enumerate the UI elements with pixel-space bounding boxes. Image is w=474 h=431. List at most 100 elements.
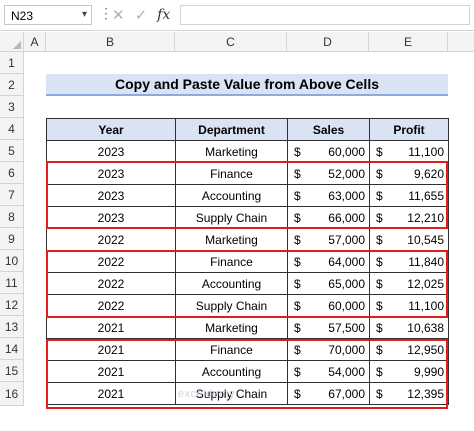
cell-profit[interactable]: $11,655 <box>369 184 449 207</box>
cell-year[interactable]: 2022 <box>46 250 176 273</box>
select-all-corner[interactable] <box>0 32 24 52</box>
column-header-b[interactable]: B <box>46 32 175 52</box>
row-header-9[interactable]: 9 <box>0 228 24 250</box>
cell-year[interactable]: 2023 <box>46 184 176 207</box>
sales-value: 67,000 <box>328 386 365 401</box>
cell-sales[interactable]: $57,500 <box>287 316 370 339</box>
more-options-icon[interactable]: ⋮ <box>99 5 113 21</box>
sheet-title[interactable]: Copy and Paste Value from Above Cells <box>46 74 448 96</box>
cell-year[interactable]: 2023 <box>46 162 176 185</box>
row-header-2[interactable]: 2 <box>0 74 24 96</box>
cell-profit[interactable]: $11,840 <box>369 250 449 273</box>
name-box[interactable]: N23 ▾ <box>4 5 92 25</box>
cell-department[interactable]: Marketing <box>175 316 288 339</box>
row-header-11[interactable]: 11 <box>0 272 24 294</box>
currency-symbol: $ <box>294 144 301 159</box>
row-header-1[interactable]: 1 <box>0 52 24 74</box>
table-row: 2021 Finance $70,000 $12,950 <box>46 338 449 361</box>
watermark-logo: exceldemy <box>178 388 236 400</box>
row-header-8[interactable]: 8 <box>0 206 24 228</box>
cell-year[interactable]: 2021 <box>46 338 176 361</box>
cell-department[interactable]: Finance <box>175 162 288 185</box>
profit-value: 10,638 <box>407 320 444 335</box>
cell-year[interactable]: 2022 <box>46 294 176 317</box>
row-header-6[interactable]: 6 <box>0 162 24 184</box>
cell-department[interactable]: Finance <box>175 250 288 273</box>
cell-year[interactable]: 2023 <box>46 140 176 163</box>
column-header-f[interactable] <box>448 32 474 52</box>
cell-sales[interactable]: $60,000 <box>287 140 370 163</box>
currency-symbol: $ <box>294 298 301 313</box>
cell-year[interactable]: 2021 <box>46 360 176 383</box>
enter-icon[interactable]: ✓ <box>135 6 148 24</box>
table-row: 2021 Marketing $57,500 $10,638 <box>46 316 449 339</box>
header-sales[interactable]: Sales <box>287 118 370 141</box>
row-header-3[interactable]: 3 <box>0 96 24 118</box>
cell-sales[interactable]: $57,000 <box>287 228 370 251</box>
row-header-13[interactable]: 13 <box>0 316 24 338</box>
cell-profit[interactable]: $12,395 <box>369 382 449 405</box>
cell-sales[interactable]: $66,000 <box>287 206 370 229</box>
cell-profit[interactable]: $11,100 <box>369 294 449 317</box>
row-header-15[interactable]: 15 <box>0 360 24 382</box>
currency-symbol: $ <box>294 276 301 291</box>
cell-year[interactable]: 2021 <box>46 316 176 339</box>
cell-department[interactable]: Accounting <box>175 360 288 383</box>
cell-sales[interactable]: $70,000 <box>287 338 370 361</box>
cell-year[interactable]: 2023 <box>46 206 176 229</box>
column-header-a[interactable]: A <box>24 32 46 52</box>
header-profit[interactable]: Profit <box>369 118 449 141</box>
table-row: 2023 Accounting $63,000 $11,655 <box>46 184 449 207</box>
cell-profit[interactable]: $9,620 <box>369 162 449 185</box>
row-header-16[interactable]: 16 <box>0 382 24 406</box>
table-row: 2021 Supply Chain $67,000 $12,395 <box>46 382 449 405</box>
column-header-d[interactable]: D <box>287 32 369 52</box>
cell-profit[interactable]: $12,210 <box>369 206 449 229</box>
cell-department[interactable]: Marketing <box>175 140 288 163</box>
cell-department[interactable]: Supply Chain <box>175 294 288 317</box>
cell-profit[interactable]: $12,950 <box>369 338 449 361</box>
cancel-icon[interactable]: ✕ <box>112 6 125 24</box>
cell-sales[interactable]: $52,000 <box>287 162 370 185</box>
cell-sales[interactable]: $63,000 <box>287 184 370 207</box>
row-header-7[interactable]: 7 <box>0 184 24 206</box>
cell-department[interactable]: Marketing <box>175 228 288 251</box>
cell-sales[interactable]: $54,000 <box>287 360 370 383</box>
row-header-4[interactable]: 4 <box>0 118 24 140</box>
cell-department[interactable]: Accounting <box>175 184 288 207</box>
currency-symbol: $ <box>294 210 301 225</box>
row-header-10[interactable]: 10 <box>0 250 24 272</box>
cell-year[interactable]: 2022 <box>46 272 176 295</box>
row-header-12[interactable]: 12 <box>0 294 24 316</box>
cell-sales[interactable]: $60,000 <box>287 294 370 317</box>
row-header-5[interactable]: 5 <box>0 140 24 162</box>
header-department[interactable]: Department <box>175 118 288 141</box>
insert-function-icon[interactable]: fx <box>157 7 170 23</box>
currency-symbol: $ <box>294 342 301 357</box>
column-header-e[interactable]: E <box>369 32 448 52</box>
cell-profit[interactable]: $10,638 <box>369 316 449 339</box>
currency-symbol: $ <box>376 342 383 357</box>
sales-value: 66,000 <box>328 210 365 225</box>
cell-year[interactable]: 2022 <box>46 228 176 251</box>
cell-profit[interactable]: $12,025 <box>369 272 449 295</box>
cell-year[interactable]: 2021 <box>46 382 176 405</box>
header-year[interactable]: Year <box>46 118 176 141</box>
cell-department[interactable]: Supply Chain <box>175 206 288 229</box>
cell-sales[interactable]: $65,000 <box>287 272 370 295</box>
formula-input[interactable] <box>180 5 470 25</box>
cell-sales[interactable]: $64,000 <box>287 250 370 273</box>
sales-value: 57,000 <box>328 232 365 247</box>
column-header-c[interactable]: C <box>175 32 287 52</box>
cell-department[interactable]: Finance <box>175 338 288 361</box>
currency-symbol: $ <box>294 386 301 401</box>
currency-symbol: $ <box>294 364 301 379</box>
cell-profit[interactable]: $11,100 <box>369 140 449 163</box>
row-header-14[interactable]: 14 <box>0 338 24 360</box>
currency-symbol: $ <box>376 166 383 181</box>
cell-sales[interactable]: $67,000 <box>287 382 370 405</box>
cell-department[interactable]: Accounting <box>175 272 288 295</box>
chevron-down-icon[interactable]: ▾ <box>82 9 87 20</box>
cell-profit[interactable]: $10,545 <box>369 228 449 251</box>
cell-profit[interactable]: $9,990 <box>369 360 449 383</box>
